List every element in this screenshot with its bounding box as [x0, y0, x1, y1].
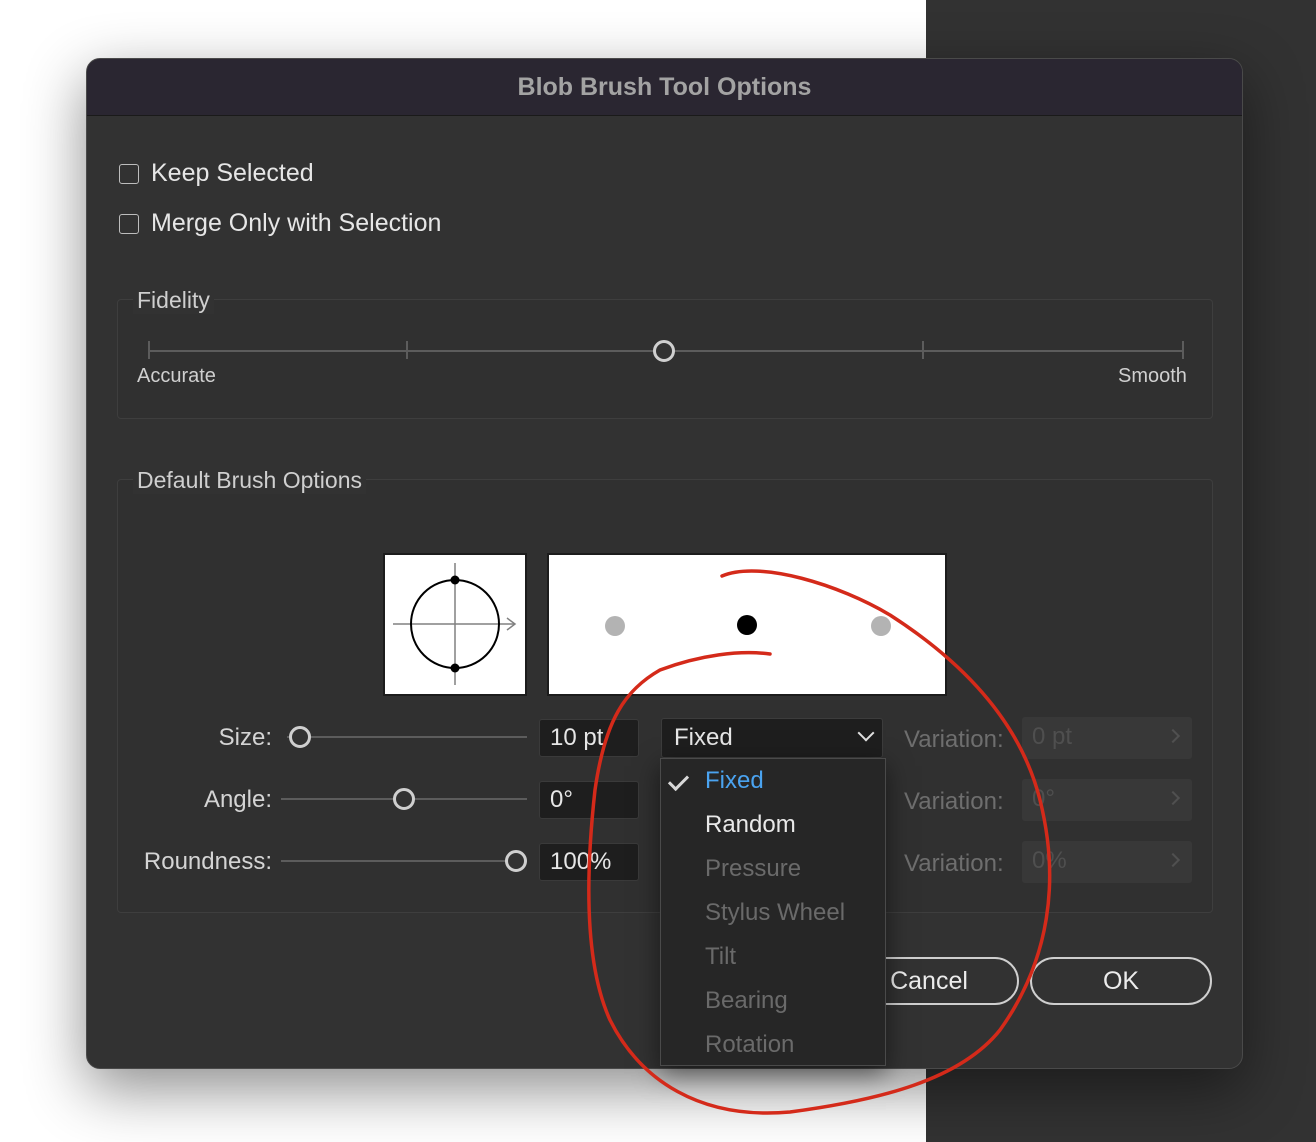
menu-item-bearing: Bearing: [661, 979, 885, 1023]
angle-variation-input: 0°: [1022, 779, 1192, 821]
brush-shape-preview[interactable]: [383, 553, 527, 696]
roundness-variation-value: 0%: [1032, 847, 1067, 874]
roundness-variation-input: 0%: [1022, 841, 1192, 883]
fidelity-tick: [148, 341, 150, 359]
size-variation-label: Variation:: [904, 726, 1004, 753]
menu-item-random[interactable]: Random: [661, 803, 885, 847]
size-track: [287, 736, 527, 738]
angle-input[interactable]: 0°: [539, 781, 639, 819]
checkmark-icon: [667, 769, 690, 792]
roundness-variation-label: Variation:: [904, 850, 1004, 877]
size-variation-input: 0 pt: [1022, 717, 1192, 759]
chevron-right-icon: [1165, 790, 1181, 806]
menu-item-label: Rotation: [705, 1031, 795, 1058]
angle-variation-value: 0°: [1032, 785, 1055, 812]
fidelity-tick: [1182, 341, 1184, 359]
fidelity-tick: [406, 341, 408, 359]
size-input[interactable]: 10 pt: [539, 719, 639, 757]
menu-item-label: Pressure: [705, 855, 802, 882]
fidelity-min-label: Accurate: [137, 365, 216, 387]
angle-variation-label: Variation:: [904, 788, 1004, 815]
fidelity-slider-knob[interactable]: [653, 340, 675, 362]
brush-size-preview: [547, 553, 947, 696]
size-label: Size:: [218, 724, 272, 751]
roundness-input[interactable]: 100%: [539, 843, 639, 881]
keep-selected-checkbox[interactable]: [119, 163, 139, 184]
chevron-down-icon: [857, 724, 875, 742]
menu-item-stylus-wheel: Stylus Wheel: [661, 891, 885, 935]
angle-slider-knob[interactable]: [393, 788, 415, 810]
merge-only-label: Merge Only with Selection: [151, 209, 442, 237]
size-dropdown-value: Fixed: [674, 724, 733, 751]
roundness-slider-knob[interactable]: [505, 850, 527, 872]
preview-dot-max: [871, 616, 891, 636]
menu-item-label: Random: [705, 811, 796, 838]
ok-button[interactable]: OK: [1030, 957, 1212, 1005]
keep-selected-option[interactable]: Keep Selected: [119, 159, 314, 188]
keep-selected-label: Keep Selected: [151, 159, 314, 187]
dialog-titlebar: Blob Brush Tool Options: [87, 59, 1242, 116]
menu-item-label: Fixed: [705, 767, 764, 794]
brush-options-label: Default Brush Options: [133, 467, 367, 494]
menu-item-pressure: Pressure: [661, 847, 885, 891]
size-slider-knob[interactable]: [289, 726, 311, 748]
brush-shape-icon: [393, 563, 517, 685]
variation-dropdown-menu: Fixed Random Pressure Stylus Wheel Tilt …: [660, 758, 886, 1066]
roundness-track: [281, 860, 527, 862]
chevron-right-icon: [1165, 728, 1181, 744]
dialog-title: Blob Brush Tool Options: [517, 72, 812, 101]
chevron-right-icon: [1165, 852, 1181, 868]
menu-item-rotation: Rotation: [661, 1023, 885, 1067]
preview-dot-min: [605, 616, 625, 636]
menu-item-fixed[interactable]: Fixed: [661, 759, 885, 803]
merge-only-option[interactable]: Merge Only with Selection: [119, 209, 441, 238]
menu-item-label: Stylus Wheel: [705, 899, 846, 926]
menu-item-tilt: Tilt: [661, 935, 885, 979]
fidelity-max-label: Smooth: [1118, 365, 1187, 387]
menu-item-label: Tilt: [705, 943, 737, 970]
merge-only-checkbox[interactable]: [119, 213, 139, 234]
size-variation-dropdown[interactable]: Fixed: [661, 718, 883, 758]
menu-item-label: Bearing: [705, 987, 788, 1014]
size-variation-value: 0 pt: [1032, 723, 1073, 750]
fidelity-label: Fidelity: [133, 287, 214, 314]
roundness-label: Roundness:: [143, 848, 272, 875]
fidelity-tick: [922, 341, 924, 359]
angle-label: Angle:: [203, 786, 272, 813]
preview-dot-current: [737, 615, 757, 635]
